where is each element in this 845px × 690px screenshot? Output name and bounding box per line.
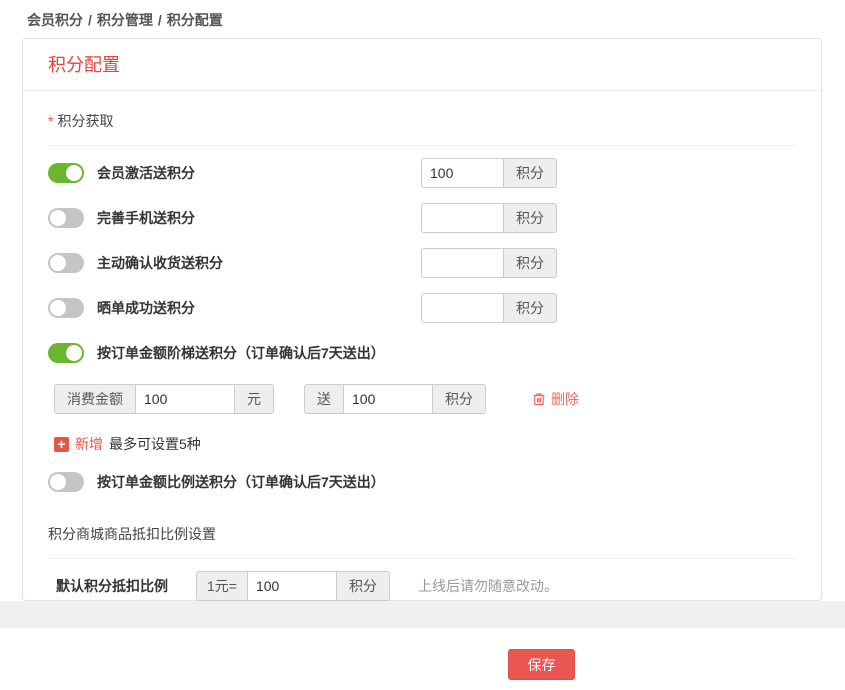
tier-send-prefix: 送: [304, 384, 343, 414]
breadcrumb-item-points-config: 积分配置: [167, 12, 223, 28]
toggle-member-activation[interactable]: [48, 163, 84, 183]
toggle-label-confirm-receipt: 主动确认收货送积分: [97, 253, 223, 273]
tier-amount-input[interactable]: [135, 384, 235, 414]
unit-addon: 积分: [504, 248, 557, 278]
row-confirm-receipt: 主动确认收货送积分 积分: [48, 240, 796, 285]
breadcrumb: 会员积分 / 积分管理 / 积分配置: [27, 10, 223, 30]
section-deduction-header: 积分商城商品抵扣比例设置: [48, 524, 796, 544]
plus-icon[interactable]: +: [54, 437, 69, 452]
required-asterisk: *: [48, 113, 53, 129]
toggle-label-review-success: 晒单成功送积分: [97, 298, 195, 318]
row-tiered-points: 按订单金额阶梯送积分（订单确认后7天送出）: [48, 330, 796, 375]
breadcrumb-item-points-management[interactable]: 积分管理: [97, 12, 153, 28]
deduction-ratio-input[interactable]: [247, 571, 337, 601]
tier-amount-unit: 元: [235, 384, 274, 414]
delete-label: 删除: [551, 389, 579, 409]
input-group-complete-phone: 积分: [421, 203, 557, 233]
add-tier-hint: 最多可设置5种: [109, 434, 201, 454]
points-input-member-activation[interactable]: [421, 158, 504, 188]
input-group-review-success: 积分: [421, 293, 557, 323]
input-group-confirm-receipt: 积分: [421, 248, 557, 278]
trash-icon: [532, 392, 546, 406]
toggle-label-tiered-points: 按订单金额阶梯送积分（订单确认后7天送出）: [97, 343, 385, 363]
toggle-label-complete-phone: 完善手机送积分: [97, 208, 195, 228]
divider: [48, 145, 796, 146]
points-input-confirm-receipt[interactable]: [421, 248, 504, 278]
toggle-tiered-points[interactable]: [48, 343, 84, 363]
toggle-label-member-activation: 会员激活送积分: [97, 163, 195, 183]
toggle-label-ratio-points: 按订单金额比例送积分（订单确认后7天送出）: [97, 472, 385, 492]
tier-config-row: 消费金额 元 送 积分 删除: [54, 384, 796, 414]
deduction-prefix: 1元=: [196, 571, 247, 601]
section-acquire-header: *积分获取: [48, 111, 796, 131]
row-complete-phone: 完善手机送积分 积分: [48, 195, 796, 240]
deduction-ratio-group: 1元= 积分: [196, 571, 390, 601]
points-config-card: 积分配置 *积分获取 会员激活送积分 积分 完善手机送积分: [22, 38, 822, 601]
toggle-confirm-receipt[interactable]: [48, 253, 84, 273]
deduction-unit: 积分: [337, 571, 390, 601]
row-ratio-points: 按订单金额比例送积分（订单确认后7天送出）: [48, 459, 796, 504]
add-tier-row: + 新增 最多可设置5种: [54, 434, 796, 454]
unit-addon: 积分: [504, 203, 557, 233]
divider: [48, 558, 796, 559]
breadcrumb-item-member-points[interactable]: 会员积分: [27, 12, 83, 28]
delete-tier-button[interactable]: 删除: [532, 389, 579, 409]
section-acquire-label: 积分获取: [57, 113, 113, 129]
tier-amount-group: 消费金额 元: [54, 384, 274, 414]
tier-points-input[interactable]: [343, 384, 433, 414]
unit-addon: 积分: [504, 158, 557, 188]
save-button[interactable]: 保存: [508, 649, 575, 680]
deduction-ratio-row: 默认积分抵扣比例 1元= 积分 上线后请勿随意改动。: [56, 571, 796, 601]
row-review-success: 晒单成功送积分 积分: [48, 285, 796, 330]
deduction-ratio-label: 默认积分抵扣比例: [56, 576, 168, 596]
tier-amount-prefix: 消费金额: [54, 384, 135, 414]
tier-points-group: 送 积分: [304, 384, 486, 414]
breadcrumb-separator: /: [158, 12, 162, 28]
row-member-activation: 会员激活送积分 积分: [48, 150, 796, 195]
add-tier-button[interactable]: 新增: [75, 434, 103, 454]
footer-divider-strip: [0, 601, 845, 628]
toggle-complete-phone[interactable]: [48, 208, 84, 228]
toggle-review-success[interactable]: [48, 298, 84, 318]
page-title: 积分配置: [23, 39, 821, 91]
tier-points-unit: 积分: [433, 384, 486, 414]
points-input-complete-phone[interactable]: [421, 203, 504, 233]
unit-addon: 积分: [504, 293, 557, 323]
input-group-member-activation: 积分: [421, 158, 557, 188]
toggle-ratio-points[interactable]: [48, 472, 84, 492]
deduction-warning-note: 上线后请勿随意改动。: [418, 576, 558, 596]
breadcrumb-separator: /: [88, 12, 92, 28]
points-input-review-success[interactable]: [421, 293, 504, 323]
